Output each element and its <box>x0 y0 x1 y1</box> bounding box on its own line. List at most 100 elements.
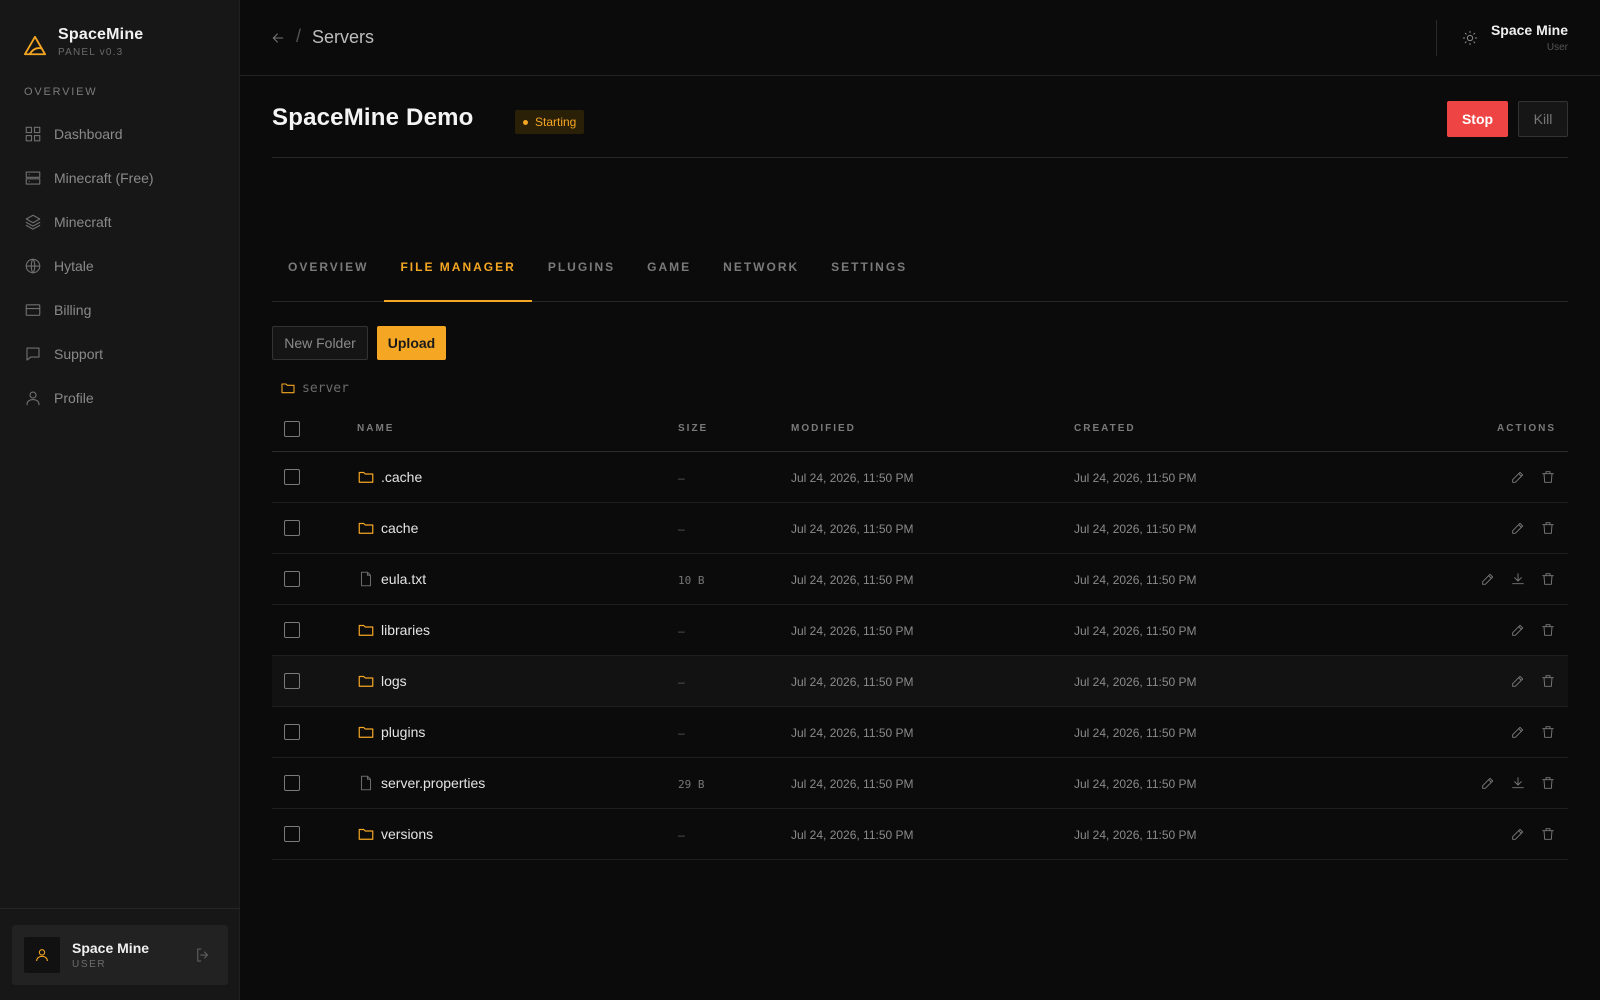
column-created[interactable]: CREATED <box>1074 423 1404 434</box>
row-checkbox[interactable] <box>284 673 300 689</box>
file-size: – <box>678 726 685 740</box>
file-size: – <box>678 675 685 689</box>
file-rows: .cache – Jul 24, 2026, 11:50 PM Jul 24, 202… <box>272 452 1568 860</box>
column-name[interactable]: NAME <box>357 423 678 434</box>
file-name[interactable]: logs <box>381 673 407 689</box>
folder-icon <box>358 675 374 687</box>
sidebar-item-hytale[interactable]: Hytale <box>0 244 240 288</box>
file-created: Jul 24, 2026, 11:50 PM <box>1074 522 1197 536</box>
trash-icon[interactable] <box>1540 520 1556 536</box>
table-row[interactable]: server.properties 29 B Jul 24, 2026, 11:50… <box>272 758 1568 809</box>
file-name[interactable]: .cache <box>381 469 422 485</box>
row-checkbox[interactable] <box>284 520 300 536</box>
stop-button[interactable]: Stop <box>1447 101 1508 137</box>
column-actions: ACTIONS <box>1497 423 1556 434</box>
edit-icon[interactable] <box>1480 775 1496 791</box>
edit-icon[interactable] <box>1510 724 1526 740</box>
edit-icon[interactable] <box>1510 826 1526 842</box>
trash-icon[interactable] <box>1540 469 1556 485</box>
download-icon[interactable] <box>1510 571 1526 587</box>
file-name[interactable]: cache <box>381 520 418 536</box>
topbar-user-name: Space Mine <box>1490 22 1568 38</box>
table-row[interactable]: versions – Jul 24, 2026, 11:50 PM Jul 24, 2… <box>272 809 1568 860</box>
row-checkbox[interactable] <box>284 622 300 638</box>
edit-icon[interactable] <box>1510 673 1526 689</box>
kill-button[interactable]: Kill <box>1518 101 1568 137</box>
server-header: SpaceMine Demo Starting Stop Kill <box>272 76 1568 158</box>
new-folder-button[interactable]: New Folder <box>272 326 368 360</box>
sidebar-item-profile[interactable]: Profile <box>0 376 240 420</box>
row-checkbox[interactable] <box>284 775 300 791</box>
file-name[interactable]: eula.txt <box>381 571 426 587</box>
topbar-user-role: User <box>1546 42 1568 53</box>
table-row[interactable]: libraries – Jul 24, 2026, 11:50 PM Jul 24, … <box>272 605 1568 656</box>
trash-icon[interactable] <box>1540 673 1556 689</box>
row-actions <box>1404 724 1568 740</box>
sidebar-item-dashboard[interactable]: Dashboard <box>0 112 240 156</box>
trash-icon[interactable] <box>1540 775 1556 791</box>
trash-icon[interactable] <box>1540 724 1556 740</box>
file-name[interactable]: versions <box>381 826 433 842</box>
row-actions <box>1404 826 1568 842</box>
grid-icon <box>25 126 41 142</box>
select-all-checkbox[interactable] <box>284 420 300 437</box>
file-modified: Jul 24, 2026, 11:50 PM <box>791 828 914 842</box>
trash-icon[interactable] <box>1540 622 1556 638</box>
arrow-left-icon[interactable] <box>270 30 286 46</box>
user-card[interactable]: Space Mine USER <box>12 925 228 985</box>
table-row[interactable]: .cache – Jul 24, 2026, 11:50 PM Jul 24, 202… <box>272 452 1568 503</box>
table-row[interactable]: plugins – Jul 24, 2026, 11:50 PM Jul 24, 20… <box>272 707 1568 758</box>
trash-icon[interactable] <box>1540 571 1556 587</box>
column-modified[interactable]: MODIFIED <box>791 423 1074 434</box>
tab-game[interactable]: GAME <box>631 233 707 301</box>
topbar: / Servers Space Mine User <box>240 0 1600 76</box>
file-name[interactable]: plugins <box>381 724 425 740</box>
folder-icon <box>358 726 374 738</box>
row-checkbox[interactable] <box>284 826 300 842</box>
sidebar-item-billing[interactable]: Billing <box>0 288 240 332</box>
table-row[interactable]: eula.txt 10 B Jul 24, 2026, 11:50 PM Jul 24… <box>272 554 1568 605</box>
path-label: server <box>302 380 349 396</box>
trash-icon[interactable] <box>1540 826 1556 842</box>
column-size[interactable]: SIZE <box>678 423 791 434</box>
file-name[interactable]: libraries <box>381 622 430 638</box>
file-size: – <box>678 828 685 842</box>
file-created: Jul 24, 2026, 11:50 PM <box>1074 828 1197 842</box>
tab-plugins[interactable]: PLUGINS <box>532 233 631 301</box>
row-checkbox[interactable] <box>284 724 300 740</box>
brand[interactable]: SpaceMine PANEL v0.3 <box>24 26 143 58</box>
file-size: – <box>678 522 685 536</box>
sidebar-item-label: Hytale <box>54 258 94 274</box>
file-size: – <box>678 624 685 638</box>
sun-icon[interactable] <box>1462 30 1478 46</box>
row-checkbox[interactable] <box>284 571 300 587</box>
tab-file-manager[interactable]: FILE MANAGER <box>384 233 533 302</box>
download-icon[interactable] <box>1510 775 1526 791</box>
topbar-user[interactable]: Space Mine User <box>1491 22 1568 53</box>
file-created: Jul 24, 2026, 11:50 PM <box>1074 573 1197 587</box>
sidebar-item-label: Minecraft <box>54 214 112 230</box>
edit-icon[interactable] <box>1480 571 1496 587</box>
sidebar-item-minecraft[interactable]: Minecraft <box>0 200 240 244</box>
edit-icon[interactable] <box>1510 469 1526 485</box>
file-modified: Jul 24, 2026, 11:50 PM <box>791 471 914 485</box>
logout-icon[interactable] <box>194 946 212 964</box>
row-actions <box>1404 673 1568 689</box>
avatar <box>24 937 60 973</box>
sidebar-item-minecraft-free[interactable]: Minecraft (Free) <box>0 156 240 200</box>
sidebar-item-support[interactable]: Support <box>0 332 240 376</box>
edit-icon[interactable] <box>1510 622 1526 638</box>
tab-overview[interactable]: OVERVIEW <box>272 233 384 301</box>
row-checkbox[interactable] <box>284 469 300 485</box>
tab-network[interactable]: NETWORK <box>707 233 815 301</box>
file-created: Jul 24, 2026, 11:50 PM <box>1074 624 1197 638</box>
table-row[interactable]: logs – Jul 24, 2026, 11:50 PM Jul 24, 2026,… <box>272 656 1568 707</box>
file-name[interactable]: server.properties <box>381 775 485 791</box>
sidebar: SpaceMine PANEL v0.3 OVERVIEW Dashboard … <box>0 0 240 1000</box>
upload-button[interactable]: Upload <box>377 326 446 360</box>
breadcrumb[interactable]: Servers <box>312 27 374 48</box>
current-path[interactable]: server <box>280 380 349 396</box>
table-row[interactable]: cache – Jul 24, 2026, 11:50 PM Jul 24, 2026… <box>272 503 1568 554</box>
tab-settings[interactable]: SETTINGS <box>815 233 923 301</box>
edit-icon[interactable] <box>1510 520 1526 536</box>
